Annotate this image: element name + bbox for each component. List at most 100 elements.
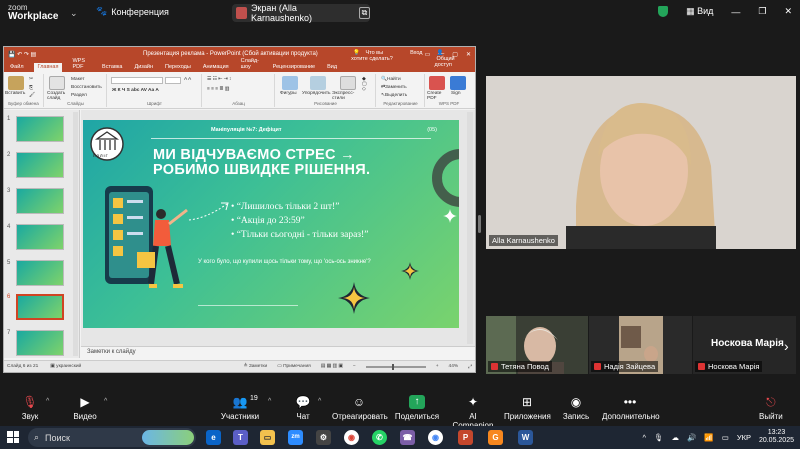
share-link[interactable]: 👤 Общий доступ [433,50,469,70]
participant-tile[interactable]: Надія Зайцева [589,316,692,374]
minimize-icon[interactable]: — [731,7,740,17]
tab-slideshow[interactable]: Слайд-шоу [239,58,263,72]
quick-styles-icon[interactable] [340,76,356,90]
stop-share-icon[interactable]: ⧉ [358,7,370,19]
edge-icon[interactable]: e [206,430,221,445]
clock[interactable]: 13:23 20.05.2025 [759,429,794,445]
quick-styles-button[interactable]: Экспресс-стили [332,91,360,101]
find-button[interactable]: 🔍Найти [381,77,401,82]
tab-design[interactable]: Дизайн [133,64,156,72]
notes-toggle[interactable]: ≜ Заметки [243,364,267,369]
file-explorer-icon[interactable]: ▭ [260,430,275,445]
layout-button[interactable]: Макет [71,77,85,82]
chevron-up-icon[interactable]: ^ [318,398,321,405]
slide-thumbnails[interactable]: 1 2 3 4 5 6 7 [4,110,80,358]
ai-companion-button[interactable]: ✦ AI Companion [448,395,498,430]
chevron-up-icon[interactable]: ^ [46,398,49,405]
format-painter-icon[interactable]: 🖌 [29,93,35,98]
teams-icon[interactable]: T [233,430,248,445]
shapes-icon[interactable] [282,76,298,90]
whatsapp-icon[interactable]: ✆ [372,430,387,445]
font-grow-icon[interactable]: A A [184,77,191,82]
chevron-down-icon[interactable]: ⌄ [70,8,78,19]
resize-handle[interactable] [478,215,481,233]
tab-transitions[interactable]: Переходы [163,64,193,72]
video-button[interactable]: ▶ Видео [72,395,98,421]
fill-icons[interactable]: ◆ ▢ ◇ [362,77,367,92]
wifi-icon[interactable]: 📶 [704,433,713,442]
view-buttons[interactable]: ▤ ▦ ▥ ▣ [321,364,343,369]
font-name-field[interactable] [111,77,163,84]
arrange-icon[interactable] [310,76,326,90]
chevron-right-icon[interactable]: › [784,338,789,354]
tab-home[interactable]: Главная [33,63,63,72]
shield-icon[interactable] [658,6,669,17]
list-icons[interactable]: ☰ ☷ ⇤ ⇥ ↕ [207,77,231,82]
speaker-icon[interactable]: 🔊 [687,433,696,442]
tab-file[interactable]: Файл [8,64,26,72]
paste-button[interactable]: Вставить [5,91,25,96]
thumbnails-scrollbar[interactable] [73,112,78,356]
maximize-icon[interactable]: ❐ [758,6,766,17]
chat-button[interactable]: 💬 Чат [290,395,316,421]
tab-animation[interactable]: Анимация [201,64,231,72]
slide-thumbnail[interactable] [16,330,64,356]
slide-thumbnail-selected[interactable] [16,294,64,320]
sign-button[interactable]: Sign [451,91,461,96]
cloud-icon[interactable]: ☁ [672,433,680,442]
close-icon[interactable]: ✕ [784,6,792,17]
create-pdf-icon[interactable] [429,76,445,90]
screen-share-indicator[interactable]: Экран (Alla Karnaushenko) ⧉ [232,3,370,23]
taskbar-search[interactable]: ⌕ Поиск [28,428,196,447]
quick-access-icons[interactable]: 💾 ↶ ↷ ▤ [8,51,36,58]
participant-tile[interactable]: Тетяна Повод [486,316,588,374]
section-button[interactable]: Раздел [71,93,87,98]
apps-button[interactable]: ⊞ Приложения [504,395,551,421]
share-button[interactable]: ↑ Поделиться [394,395,440,421]
chevron-up-icon[interactable]: ^ [642,433,646,442]
align-icons[interactable]: ≡ ≡ ≡ ≣ ▥ [207,87,229,92]
sign-in-link[interactable]: Вход [408,50,424,70]
tell-me-box[interactable]: 💡 Что вы хотите сделать? [349,50,400,70]
current-slide[interactable]: ПОЛІГ Маніпуляція №7: Дефіцит (05) МИ ВІ… [83,120,459,328]
language-indicator[interactable]: УКР [737,433,751,442]
record-button[interactable]: ◉ Запись [562,395,590,421]
powerpoint-icon[interactable]: P [458,430,473,445]
sign-icon[interactable] [450,76,466,90]
slide-scrollbar[interactable] [467,112,473,344]
app-icon[interactable]: G [488,430,503,445]
zoom-slider[interactable] [365,363,426,370]
comments-toggle[interactable]: ▭ Примечания [277,364,311,369]
fit-slide-icon[interactable]: ⤢ [468,364,472,370]
tab-review[interactable]: Рецензирование [271,64,317,72]
viber-icon[interactable]: ☎ [400,430,415,445]
tab-wps-pdf[interactable]: WPS PDF [70,58,92,72]
notes-pane[interactable]: Заметки к слайду [81,346,475,358]
new-slide-icon[interactable] [49,76,65,90]
zoom-app-icon[interactable]: zm [288,430,303,445]
more-button[interactable]: ••• Дополнительно [602,395,660,421]
participant-tile[interactable]: Носкова Марія Носкова Марія [693,316,796,374]
reset-button[interactable]: Восстановить [71,85,102,90]
slide-thumbnail[interactable] [16,116,64,142]
arrange-button[interactable]: Упорядочить [302,91,331,96]
zoom-in-icon[interactable]: + [436,364,439,369]
tab-insert[interactable]: Вставка [100,64,124,72]
scissors-icon[interactable]: ✂ [29,77,33,82]
react-button[interactable]: ☺ Отреагировать [332,395,388,421]
font-style-icons[interactable]: Ж К Ч S abc AV Aa A [112,88,159,93]
speaker-video[interactable]: Alla Karnaushenko [486,76,796,249]
word-icon[interactable]: W [518,430,533,445]
leave-button[interactable]: ⎋ Выйти [759,395,783,421]
chevron-up-icon[interactable]: ^ [104,398,107,405]
tab-view[interactable]: Вид [325,64,339,72]
chrome-icon[interactable]: ◉ [344,430,359,445]
audio-button[interactable]: 🎙 Звук [18,395,42,421]
chevron-up-icon[interactable]: ^ [268,398,271,405]
new-slide-button[interactable]: Создать слайд [47,91,69,101]
copy-icon[interactable]: ⎘ [29,85,33,91]
microphone-icon[interactable]: 🎙 [654,433,664,442]
slide-thumbnail[interactable] [16,260,64,286]
windows-start-icon[interactable] [7,431,19,443]
view-button[interactable]: ▦ Вид [686,6,713,17]
